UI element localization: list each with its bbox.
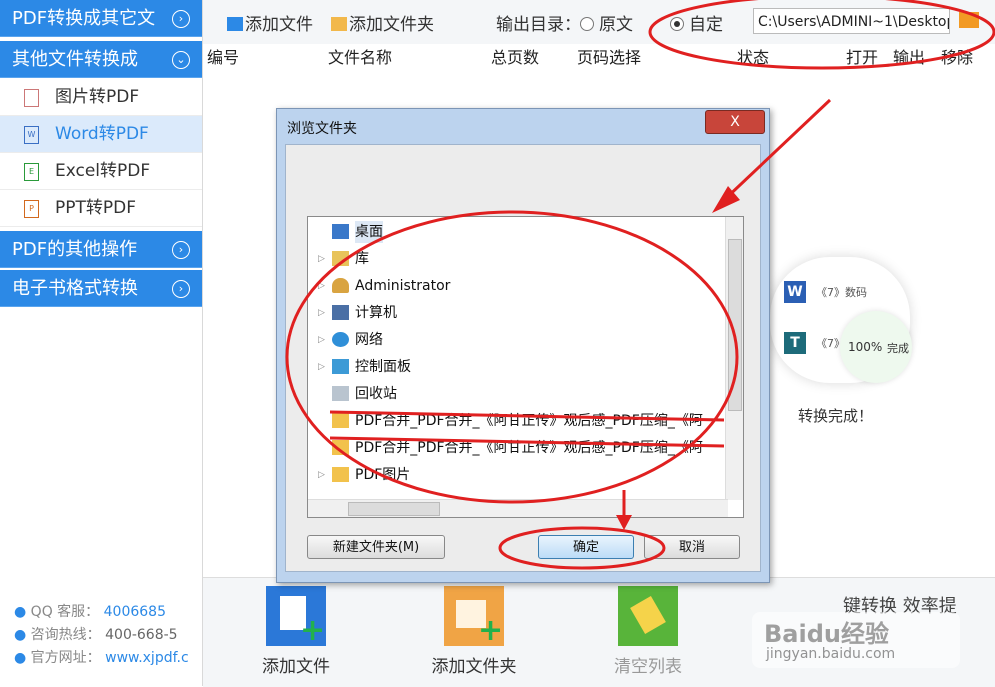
annotation-ellipse-ok xyxy=(498,526,666,570)
annotation-arrowhead xyxy=(616,515,632,530)
annotation-overlay xyxy=(285,0,995,570)
annotation-strike xyxy=(329,436,725,448)
watermark-brand: Baidu经验 xyxy=(764,620,889,648)
watermark-url: jingyan.baidu.com xyxy=(766,646,896,662)
watermark: Baidu经验 jingyan.baidu.com xyxy=(752,612,960,668)
annotation-ellipse-tree xyxy=(285,210,739,504)
annotation-strike xyxy=(329,410,725,422)
annotation-arrow-line xyxy=(720,98,832,204)
annotation-ellipse-path xyxy=(648,0,995,70)
